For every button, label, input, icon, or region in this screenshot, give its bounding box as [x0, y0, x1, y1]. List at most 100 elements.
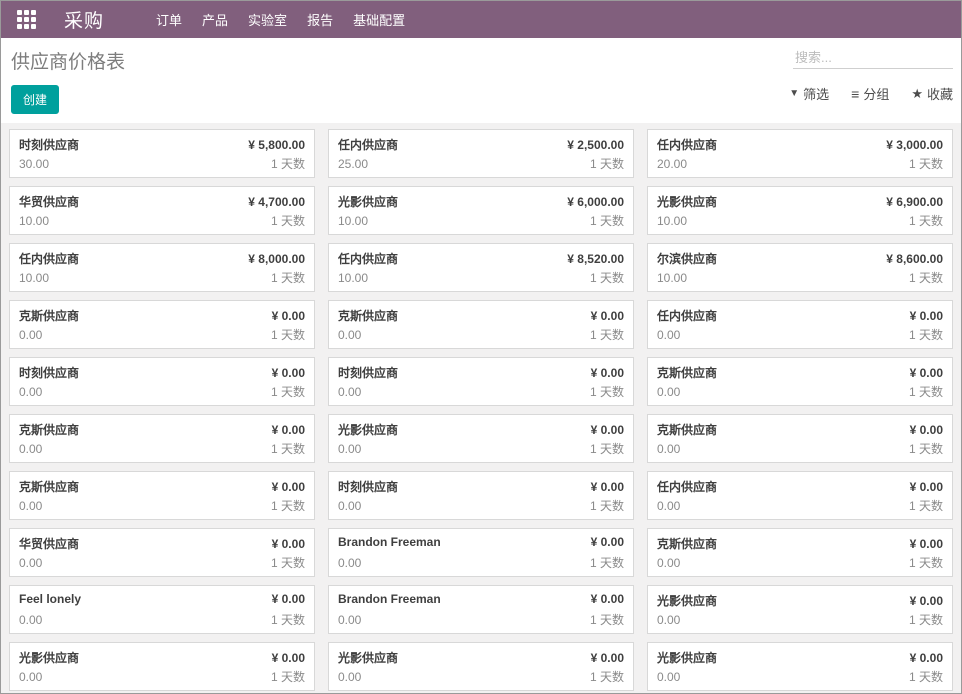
card-top-row: 任内供应商 ¥ 8,520.00	[338, 250, 624, 267]
delivery-lead-time: 1 天数	[271, 269, 305, 286]
kanban-card[interactable]: 任内供应商 ¥ 2,500.00 25.00 1 天数	[328, 129, 634, 178]
supplier-name: 尔滨供应商	[657, 250, 717, 267]
minimum-quantity: 0.00	[657, 670, 680, 684]
card-bottom-row: 10.00 1 天数	[19, 269, 305, 286]
card-top-row: 光影供应商 ¥ 0.00	[338, 649, 624, 666]
delivery-lead-time: 1 天数	[271, 326, 305, 343]
kanban-card[interactable]: 时刻供应商 ¥ 0.00 0.00 1 天数	[9, 357, 315, 406]
card-bottom-row: 0.00 1 天数	[19, 497, 305, 514]
search-buttons: ▼ 筛选 ≡ 分组 ★ 收藏	[767, 82, 953, 105]
kanban-card[interactable]: 克斯供应商 ¥ 0.00 0.00 1 天数	[9, 414, 315, 463]
kanban-card[interactable]: 任内供应商 ¥ 3,000.00 20.00 1 天数	[647, 129, 953, 178]
card-top-row: 任内供应商 ¥ 3,000.00	[657, 136, 943, 153]
supplier-name: 光影供应商	[657, 649, 717, 666]
create-button[interactable]: 创建	[11, 85, 59, 114]
card-top-row: 时刻供应商 ¥ 5,800.00	[19, 136, 305, 153]
minimum-quantity: 0.00	[657, 385, 680, 399]
filters-button[interactable]: ▼ 筛选	[789, 82, 829, 105]
minimum-quantity: 0.00	[657, 613, 680, 627]
apps-menu-button[interactable]	[11, 6, 42, 33]
navbar-menu-item[interactable]: 基础配置	[343, 4, 415, 35]
navbar-menu-item[interactable]: 报告	[297, 4, 343, 35]
card-bottom-row: 0.00 1 天数	[338, 554, 624, 571]
kanban-card[interactable]: 光影供应商 ¥ 6,000.00 10.00 1 天数	[328, 186, 634, 235]
card-bottom-row: 0.00 1 天数	[657, 383, 943, 400]
delivery-lead-time: 1 天数	[909, 212, 943, 229]
navbar-menu-item[interactable]: 订单	[146, 4, 192, 35]
kanban-card[interactable]: 克斯供应商 ¥ 0.00 0.00 1 天数	[647, 357, 953, 406]
supplier-name: 任内供应商	[338, 136, 398, 153]
minimum-quantity: 0.00	[338, 328, 361, 342]
kanban-card[interactable]: 任内供应商 ¥ 8,000.00 10.00 1 天数	[9, 243, 315, 292]
kanban-card[interactable]: Feel lonely ¥ 0.00 0.00 1 天数	[9, 585, 315, 634]
favorites-button[interactable]: ★ 收藏	[911, 82, 953, 105]
card-top-row: Brandon Freeman ¥ 0.00	[338, 592, 624, 606]
kanban-card[interactable]: 克斯供应商 ¥ 0.00 0.00 1 天数	[328, 300, 634, 349]
delivery-lead-time: 1 天数	[590, 611, 624, 628]
supplier-name: 任内供应商	[19, 250, 79, 267]
supplier-price: ¥ 6,000.00	[567, 195, 624, 209]
supplier-price: ¥ 0.00	[591, 535, 624, 549]
kanban-card[interactable]: Brandon Freeman ¥ 0.00 0.00 1 天数	[328, 585, 634, 634]
delivery-lead-time: 1 天数	[590, 440, 624, 457]
supplier-price: ¥ 0.00	[910, 366, 943, 380]
card-top-row: 任内供应商 ¥ 8,000.00	[19, 250, 305, 267]
supplier-name: 时刻供应商	[19, 136, 79, 153]
group-by-button[interactable]: ≡ 分组	[851, 82, 889, 105]
control-panel-left: 供应商价格表 创建	[11, 45, 125, 114]
kanban-card[interactable]: 克斯供应商 ¥ 0.00 0.00 1 天数	[9, 300, 315, 349]
kanban-card[interactable]: 任内供应商 ¥ 0.00 0.00 1 天数	[647, 300, 953, 349]
card-top-row: 克斯供应商 ¥ 0.00	[657, 535, 943, 552]
kanban-card[interactable]: 光影供应商 ¥ 0.00 0.00 1 天数	[647, 585, 953, 634]
minimum-quantity: 0.00	[19, 442, 42, 456]
delivery-lead-time: 1 天数	[590, 326, 624, 343]
kanban-card[interactable]: 华贸供应商 ¥ 4,700.00 10.00 1 天数	[9, 186, 315, 235]
supplier-price: ¥ 0.00	[591, 592, 624, 606]
kanban-card[interactable]: 时刻供应商 ¥ 0.00 0.00 1 天数	[328, 471, 634, 520]
kanban-card[interactable]: 克斯供应商 ¥ 0.00 0.00 1 天数	[647, 414, 953, 463]
kanban-card[interactable]: 光影供应商 ¥ 0.00 0.00 1 天数	[647, 642, 953, 691]
minimum-quantity: 10.00	[19, 214, 49, 228]
card-bottom-row: 0.00 1 天数	[338, 497, 624, 514]
minimum-quantity: 10.00	[338, 271, 368, 285]
kanban-card[interactable]: 时刻供应商 ¥ 0.00 0.00 1 天数	[328, 357, 634, 406]
kanban-card[interactable]: Brandon Freeman ¥ 0.00 0.00 1 天数	[328, 528, 634, 577]
card-bottom-row: 10.00 1 天数	[338, 269, 624, 286]
kanban-card[interactable]: 光影供应商 ¥ 6,900.00 10.00 1 天数	[647, 186, 953, 235]
delivery-lead-time: 1 天数	[271, 611, 305, 628]
card-top-row: 光影供应商 ¥ 0.00	[657, 592, 943, 609]
card-top-row: Feel lonely ¥ 0.00	[19, 592, 305, 606]
card-bottom-row: 10.00 1 天数	[657, 269, 943, 286]
kanban-card[interactable]: 华贸供应商 ¥ 0.00 0.00 1 天数	[9, 528, 315, 577]
control-panel-right: ▼ 筛选 ≡ 分组 ★ 收藏	[713, 45, 953, 114]
kanban-card[interactable]: 光影供应商 ¥ 0.00 0.00 1 天数	[9, 642, 315, 691]
supplier-price: ¥ 2,500.00	[567, 138, 624, 152]
supplier-price: ¥ 5,800.00	[248, 138, 305, 152]
supplier-name: 克斯供应商	[657, 364, 717, 381]
kanban-card[interactable]: 任内供应商 ¥ 8,520.00 10.00 1 天数	[328, 243, 634, 292]
supplier-name: 克斯供应商	[338, 307, 398, 324]
kanban-card[interactable]: 时刻供应商 ¥ 5,800.00 30.00 1 天数	[9, 129, 315, 178]
search-input[interactable]	[793, 47, 953, 69]
app-name[interactable]: 采购	[64, 6, 104, 33]
card-top-row: 尔滨供应商 ¥ 8,600.00	[657, 250, 943, 267]
minimum-quantity: 30.00	[19, 157, 49, 171]
supplier-name: 华贸供应商	[19, 535, 79, 552]
kanban-card[interactable]: 光影供应商 ¥ 0.00 0.00 1 天数	[328, 414, 634, 463]
supplier-name: 克斯供应商	[19, 478, 79, 495]
navbar-menu-item[interactable]: 实验室	[238, 4, 297, 35]
minimum-quantity: 10.00	[657, 214, 687, 228]
supplier-price: ¥ 0.00	[591, 309, 624, 323]
card-bottom-row: 0.00 1 天数	[338, 668, 624, 685]
kanban-card[interactable]: 克斯供应商 ¥ 0.00 0.00 1 天数	[9, 471, 315, 520]
card-bottom-row: 20.00 1 天数	[657, 155, 943, 172]
kanban-card[interactable]: 光影供应商 ¥ 0.00 0.00 1 天数	[328, 642, 634, 691]
kanban-card[interactable]: 尔滨供应商 ¥ 8,600.00 10.00 1 天数	[647, 243, 953, 292]
kanban-card[interactable]: 任内供应商 ¥ 0.00 0.00 1 天数	[647, 471, 953, 520]
delivery-lead-time: 1 天数	[590, 383, 624, 400]
supplier-name: 克斯供应商	[657, 421, 717, 438]
kanban-card[interactable]: 克斯供应商 ¥ 0.00 0.00 1 天数	[647, 528, 953, 577]
card-bottom-row: 0.00 1 天数	[338, 440, 624, 457]
navbar-menu-item[interactable]: 产品	[192, 4, 238, 35]
supplier-name: 克斯供应商	[19, 421, 79, 438]
